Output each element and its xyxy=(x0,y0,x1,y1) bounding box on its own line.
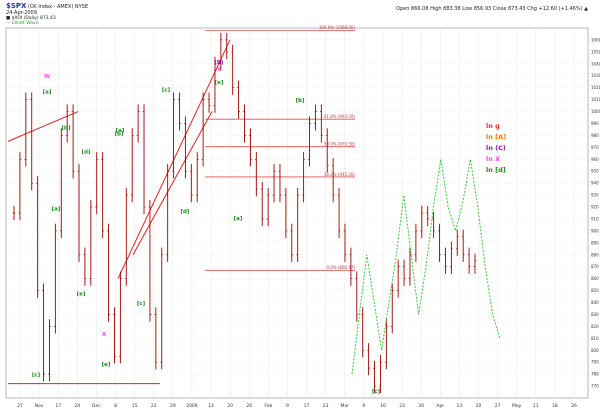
x-tick-label: May xyxy=(512,403,522,409)
y-tick-label: 950 xyxy=(591,169,599,174)
chart-title: (Oil Index - AMEX) NYSE xyxy=(28,4,88,10)
x-tick-label: 9 xyxy=(362,403,365,409)
x-tick-label: 17 xyxy=(304,403,310,409)
x-tick-label: 20 xyxy=(227,403,233,409)
y-tick-label: 940 xyxy=(591,181,599,186)
x-tick-label: 24 xyxy=(74,403,80,409)
legend-entry: ln (C) xyxy=(486,144,506,152)
x-tick-label: 12 xyxy=(208,403,214,409)
chart-background xyxy=(0,0,600,411)
x-tick-label: 18 xyxy=(552,403,558,409)
y-tick-label: 1060 xyxy=(591,37,600,42)
wave-label: W xyxy=(44,74,50,80)
wave-indicator: — Elliott Wave xyxy=(6,20,39,26)
y-tick-label: 820 xyxy=(591,324,599,329)
y-tick-label: 850 xyxy=(591,288,599,293)
y-tick-label: 980 xyxy=(591,133,599,138)
chart-canvas: $SPX (Oil Index - AMEX) NYSE 24-Apr-2009… xyxy=(0,0,600,411)
x-tick-label: 23 xyxy=(323,403,329,409)
y-tick-label: 870 xyxy=(591,264,599,269)
x-tick-label: 8 xyxy=(114,403,117,409)
wave-label: [a] xyxy=(234,216,243,222)
wave-label: [b] xyxy=(62,125,71,131)
fib-level-label: 38.2% (945.20) xyxy=(324,172,356,177)
y-tick-label: 840 xyxy=(591,300,599,305)
y-tick-label: 1040 xyxy=(591,61,600,66)
x-tick-label: Apr xyxy=(436,403,444,409)
x-tick-label: 2009 xyxy=(186,403,198,409)
y-tick-label: 1050 xyxy=(591,49,600,54)
x-tick-label: 15 xyxy=(132,403,138,409)
y-tick-label: 910 xyxy=(591,216,599,221)
y-tick-label: 810 xyxy=(591,336,599,341)
wave-label: [c] xyxy=(372,389,381,395)
x-tick-label: 27 xyxy=(495,403,501,409)
y-tick-label: 780 xyxy=(591,372,599,377)
x-tick-label: 16 xyxy=(380,403,386,409)
y-tick-label: 960 xyxy=(591,157,599,162)
y-tick-label: 860 xyxy=(591,276,599,281)
x-tick-label: 13 xyxy=(457,403,463,409)
wave-label: [e] xyxy=(215,80,224,86)
y-tick-label: 990 xyxy=(591,121,599,126)
fib-level-label: 61.8% (993.59) xyxy=(324,114,356,119)
x-tick-label: 9 xyxy=(286,403,289,409)
wave-label: [c] xyxy=(32,373,41,379)
y-tick-label: 1010 xyxy=(591,97,600,102)
x-tick-label: 17 xyxy=(55,403,61,409)
y-tick-label: 900 xyxy=(591,228,599,233)
legend-entry: ln [d] xyxy=(486,166,506,174)
y-tick-label: 770 xyxy=(591,384,599,389)
symbol-badge: $SPX xyxy=(6,2,27,10)
y-tick-label: 970 xyxy=(591,145,599,150)
y-tick-label: 880 xyxy=(591,252,599,257)
x-tick-label: Mar xyxy=(341,403,350,409)
wave-label: [a] xyxy=(43,90,52,96)
x-tick-label: 26 xyxy=(571,403,577,409)
fib-level-label: 50.0% (970.58) xyxy=(324,141,356,146)
x-tick-label: 26 xyxy=(246,403,252,409)
x-tick-label: 23 xyxy=(399,403,405,409)
fib-level-label: 100.0% (1068.00) xyxy=(319,25,356,30)
wave-label: [d] xyxy=(82,149,91,155)
y-tick-label: 1030 xyxy=(591,73,600,78)
wave-label: [a] xyxy=(52,207,61,213)
y-tick-label: 830 xyxy=(591,312,599,317)
y-tick-label: 890 xyxy=(591,240,599,245)
x-tick-label: Nov xyxy=(35,403,44,409)
x-tick-label: 22 xyxy=(151,403,157,409)
x-tick-label: 29 xyxy=(170,403,176,409)
wave-label: [c] xyxy=(137,301,146,307)
y-tick-label: 790 xyxy=(591,360,599,365)
ohlc-stats: Open 866.08 High 883.38 Low 856.93 Close… xyxy=(396,6,588,12)
wave-label: [e] xyxy=(102,362,111,368)
x-tick-label: Dec xyxy=(92,403,101,409)
wave-label: (B) xyxy=(214,60,224,66)
legend-entry: ln g xyxy=(486,122,500,130)
legend-entry: ln X xyxy=(486,155,500,163)
x-tick-label: 30 xyxy=(418,403,424,409)
x-tick-label: Feb xyxy=(264,403,272,409)
wave-label: [d] xyxy=(181,209,190,215)
y-tick-label: 1000 xyxy=(591,109,600,114)
y-tick-label: 930 xyxy=(591,193,599,198)
x-tick-label: 11 xyxy=(533,403,539,409)
x-tick-label: 27 xyxy=(17,403,23,409)
y-tick-label: 920 xyxy=(591,205,599,210)
wave-label: [e] xyxy=(77,291,86,297)
wave-label: [b] xyxy=(296,98,305,104)
x-tick-label: 20 xyxy=(476,403,482,409)
wave-label: [c] xyxy=(162,87,171,93)
y-tick-label: 800 xyxy=(591,348,599,353)
wave-label: [a] xyxy=(116,128,125,134)
legend-entry: ln [A] xyxy=(486,133,506,141)
y-tick-label: 1020 xyxy=(591,85,600,90)
